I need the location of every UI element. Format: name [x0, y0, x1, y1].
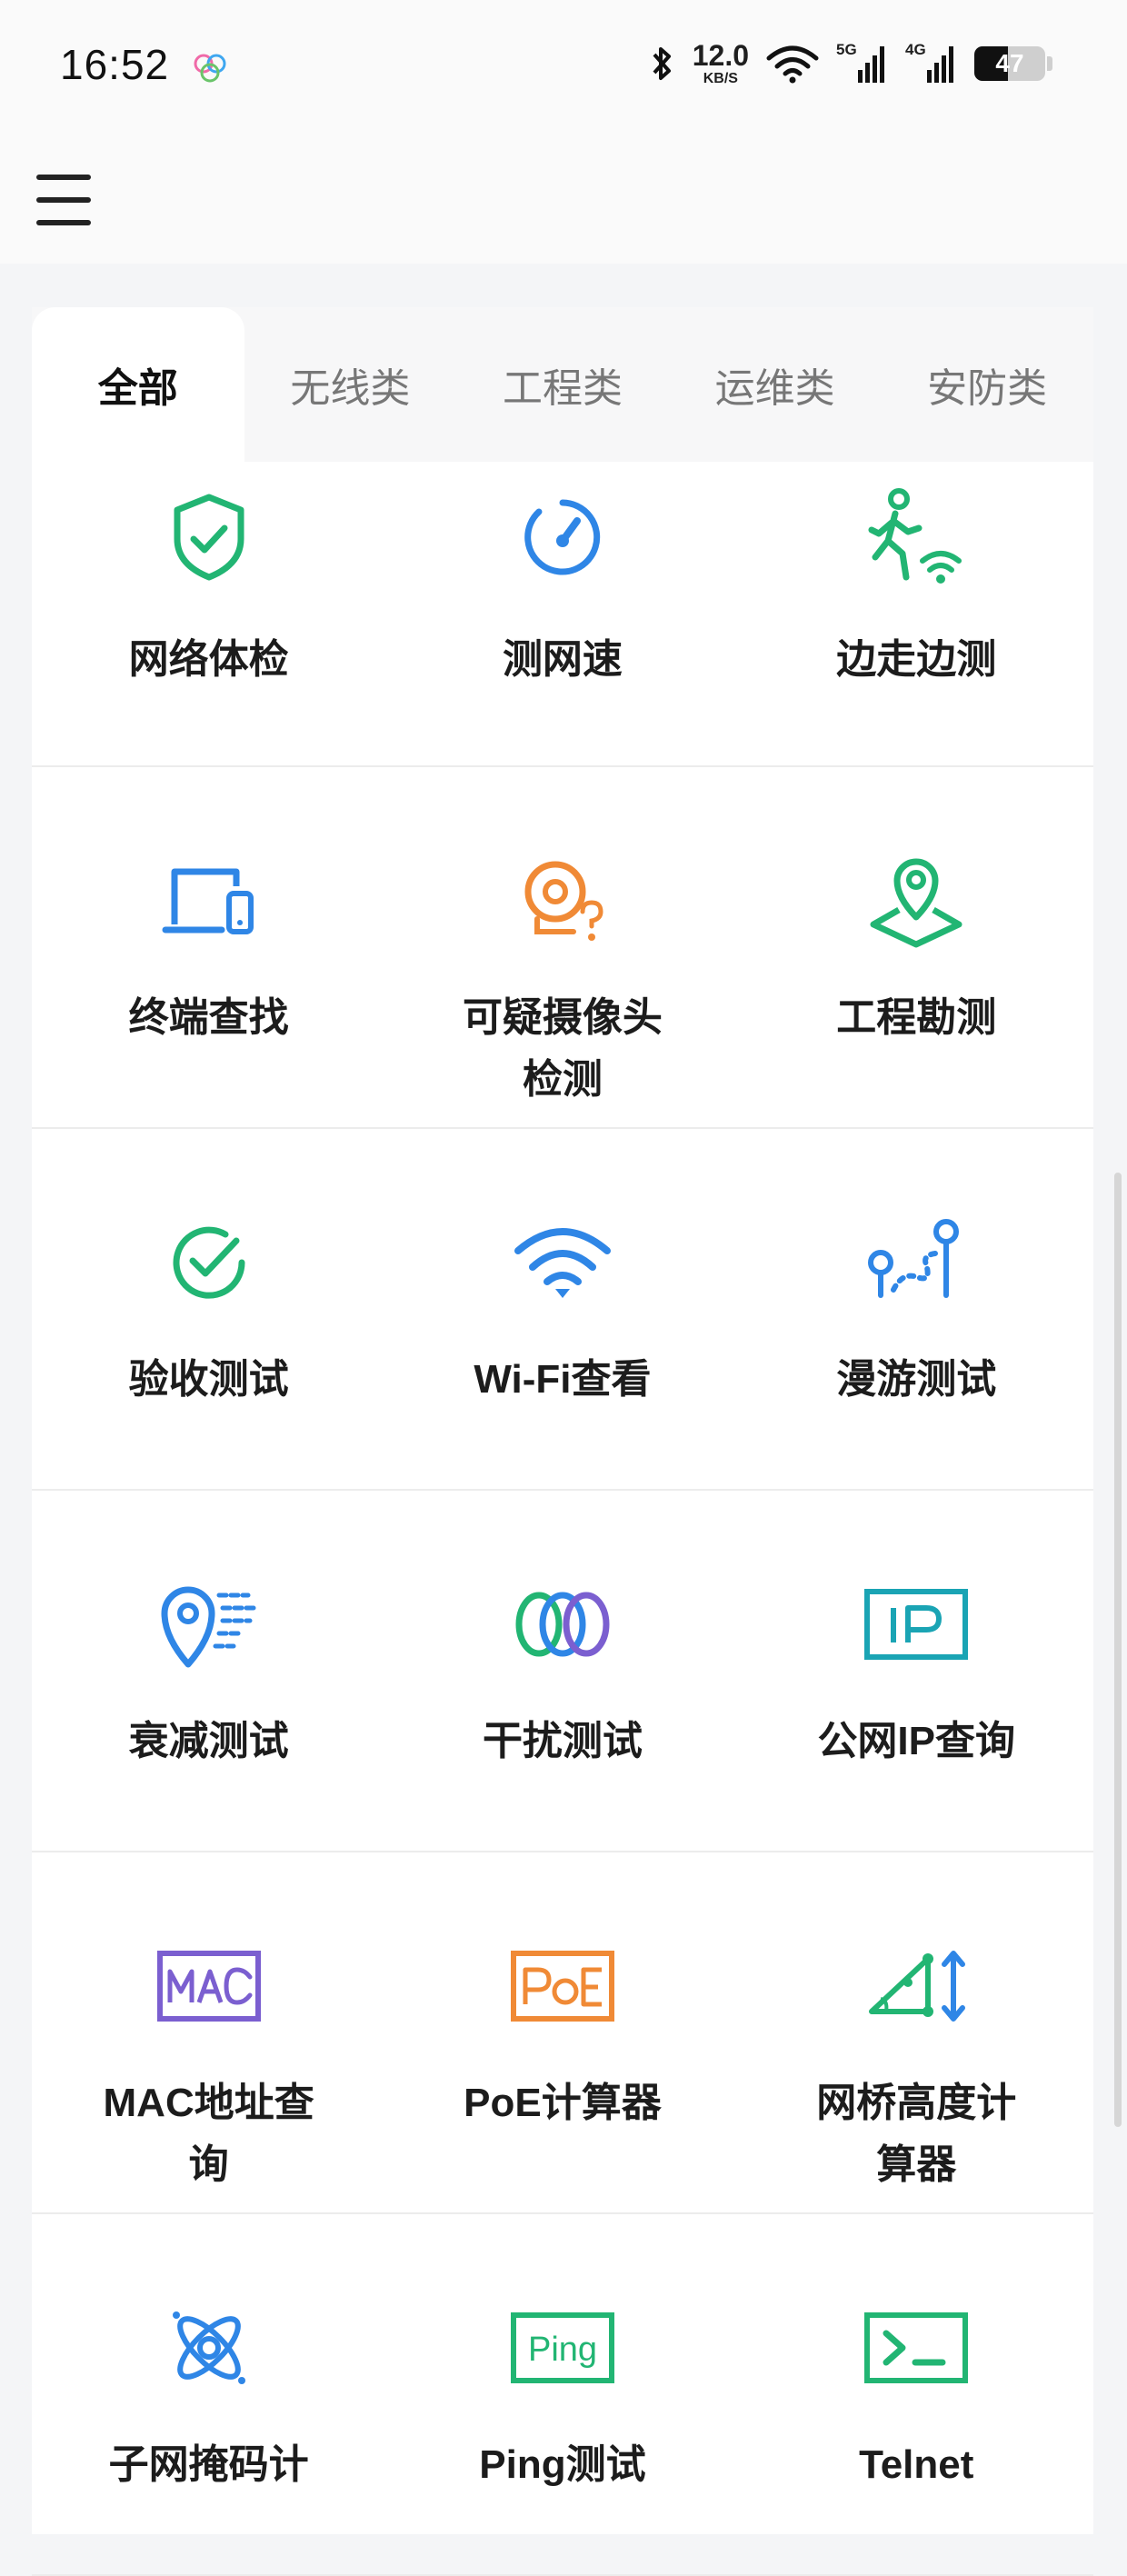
tool-roaming-test[interactable]: 漫游测试: [740, 1129, 1093, 1489]
poe-box-icon: [509, 1932, 616, 2040]
tool-label: 公网IP查询: [817, 1719, 1016, 1763]
tool-label: 网络体检: [128, 637, 289, 682]
tool-label: 可疑摄像头检测: [462, 995, 663, 1102]
walking-wifi-icon: [863, 484, 970, 591]
tool-label: MAC地址查询: [103, 2081, 314, 2187]
tab-wireless[interactable]: 无线类: [244, 307, 457, 462]
status-time: 16:52: [60, 41, 170, 88]
tool-label: 干扰测试: [482, 1719, 643, 1763]
terminal-icon: [863, 2294, 970, 2401]
tool-bridge-height[interactable]: 网桥高度计算器: [740, 1852, 1093, 2212]
sim1-signal-icon: 5G: [836, 41, 889, 86]
app-bar: [0, 136, 1127, 264]
shield-check-icon: [155, 484, 263, 591]
svg-text:Ping: Ping: [528, 2331, 597, 2369]
wifi-status-icon: [766, 45, 819, 84]
tab-engineering[interactable]: 工程类: [456, 307, 669, 462]
tool-wifi-view[interactable]: Wi-Fi查看: [385, 1129, 739, 1489]
tool-label: 子网掩码计: [108, 2442, 309, 2487]
wifi-icon: [509, 1209, 616, 1316]
tool-network-checkup[interactable]: 网络体检: [32, 462, 385, 765]
tool-speed-test[interactable]: 测网速: [385, 462, 739, 765]
tool-mac-lookup[interactable]: MAC地址查询: [32, 1852, 385, 2212]
hamburger-menu-icon[interactable]: [36, 175, 91, 225]
camera-question-icon: [509, 847, 616, 954]
tool-label: PoE计算器: [464, 2081, 662, 2125]
tool-public-ip[interactable]: 公网IP查询: [740, 1491, 1093, 1851]
tool-label: Telnet: [859, 2442, 974, 2487]
roaming-path-icon: [863, 1209, 970, 1316]
bridge-height-icon: [863, 1932, 970, 2040]
scrollbar[interactable]: [1114, 1173, 1122, 2127]
tool-subnet-mask[interactable]: 子网掩码计: [32, 2214, 385, 2574]
tools-card: 全部 无线类 工程类 运维类 安防类 网络体检 测网速 边走边测 终端查找 可疑…: [32, 307, 1093, 2576]
tools-row: 网络体检 测网速 边走边测: [32, 462, 1093, 767]
devices-icon: [155, 847, 263, 954]
tool-engineering-survey[interactable]: 工程勘测: [740, 767, 1093, 1127]
status-indicators: 12.0 KB/S 5G 4G 47: [649, 38, 1052, 89]
bluetooth-icon: [653, 47, 671, 80]
tools-row: 终端查找 可疑摄像头检测 工程勘测: [32, 767, 1093, 1129]
tool-interference-test[interactable]: 干扰测试: [385, 1491, 739, 1851]
tool-label: 边走边测: [836, 637, 997, 682]
subnet-atom-icon: [155, 2294, 263, 2401]
tab-operations[interactable]: 运维类: [669, 307, 882, 462]
speedometer-icon: [509, 484, 616, 591]
tool-label: 验收测试: [128, 1357, 289, 1402]
status-bar: 16:52 12.0 KB/S 5G 4G 47: [0, 0, 1127, 136]
tool-acceptance-test[interactable]: 验收测试: [32, 1129, 385, 1489]
tool-label: Wi-Fi查看: [474, 1357, 652, 1402]
tool-label: 衰减测试: [128, 1719, 289, 1763]
ping-box-icon: Ping: [509, 2294, 616, 2401]
network-speed: 12.0 KB/S: [692, 39, 749, 86]
tool-label: 漫游测试: [836, 1357, 997, 1402]
tool-label: 网桥高度计算器: [816, 2081, 1017, 2187]
tool-walk-test[interactable]: 边走边测: [740, 462, 1093, 765]
tools-row: 子网掩码计 Ping Ping测试 Telnet: [32, 2214, 1093, 2576]
tools-row: MAC地址查询 PoE计算器 网桥高度计算器: [32, 1852, 1093, 2214]
tool-label: 终端查找: [128, 995, 289, 1040]
signal-attenuation-icon: [155, 1571, 263, 1678]
tools-row: 验收测试 Wi-Fi查看 漫游测试: [32, 1129, 1093, 1491]
tool-ping-test[interactable]: Ping Ping测试: [385, 2214, 739, 2574]
tool-label: 工程勘测: [836, 995, 997, 1040]
interference-rings-icon: [509, 1571, 616, 1678]
map-pin-icon: [863, 847, 970, 954]
tool-attenuation-test[interactable]: 衰减测试: [32, 1491, 385, 1851]
tool-camera-detection[interactable]: 可疑摄像头检测: [385, 767, 739, 1127]
sim2-signal-icon: 4G: [905, 41, 958, 86]
tool-label: 测网速: [502, 637, 623, 682]
mac-box-icon: [155, 1932, 263, 2040]
battery-icon: 47: [974, 46, 1045, 81]
tools-row: 衰减测试 干扰测试 公网IP查询: [32, 1491, 1093, 1852]
check-circle-icon: [155, 1209, 263, 1316]
category-tabs: 全部 无线类 工程类 运维类 安防类: [32, 307, 1093, 462]
tab-all[interactable]: 全部: [32, 307, 244, 462]
tool-label: Ping测试: [479, 2442, 646, 2487]
app-notification-icon: [189, 49, 231, 85]
tab-security[interactable]: 安防类: [881, 307, 1093, 462]
tool-terminal-finder[interactable]: 终端查找: [32, 767, 385, 1127]
tool-poe-calculator[interactable]: PoE计算器: [385, 1852, 739, 2212]
battery-tip: [1047, 56, 1052, 71]
ip-box-icon: [863, 1571, 970, 1678]
tool-telnet[interactable]: Telnet: [740, 2214, 1093, 2574]
tools-grid: 网络体检 测网速 边走边测 终端查找 可疑摄像头检测 工程勘测 验收测试 Wi-…: [32, 462, 1093, 2576]
